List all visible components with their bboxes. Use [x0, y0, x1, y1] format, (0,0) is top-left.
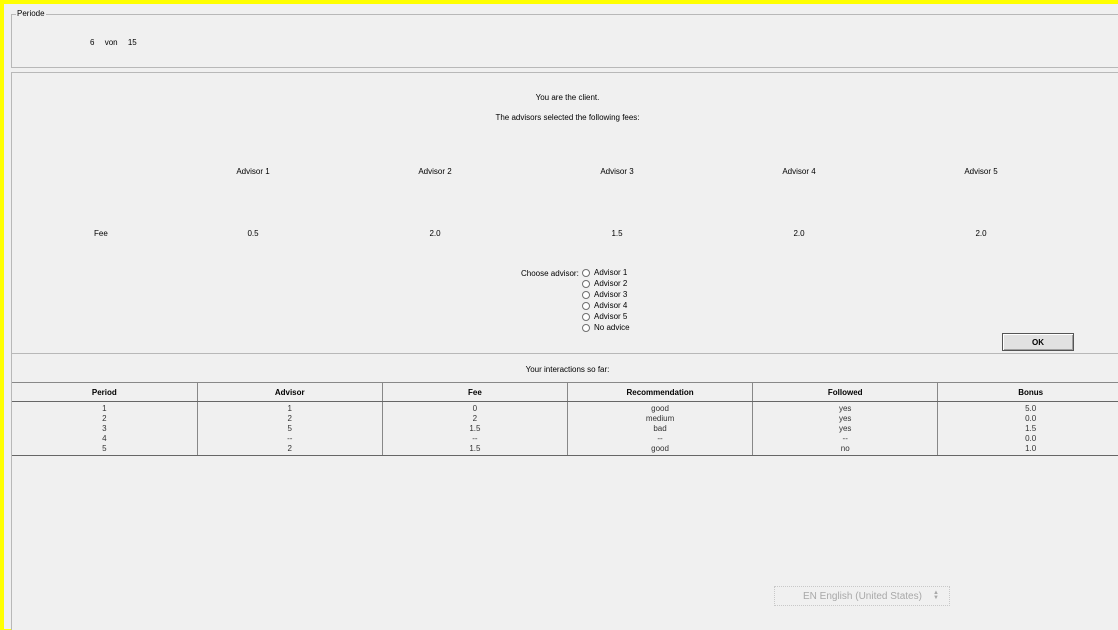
table-cell: 1 [102, 404, 107, 413]
role-text: You are the client. [535, 93, 600, 102]
table-row: 5 2 1.5 good no 1.0 [12, 444, 1118, 456]
language-selector[interactable]: EN English (United States) ▲ ▼ [774, 586, 950, 606]
periode-group: Periode 6 von 15 [11, 9, 1118, 68]
table-cell: 1.5 [381, 444, 568, 456]
table-cell: 5.0 [937, 401, 1118, 414]
choose-advisor-label: Choose advisor: [521, 269, 579, 278]
ok-button[interactable]: OK [1002, 333, 1074, 351]
table-cell: -- [566, 434, 753, 444]
table-cell: 2 [196, 414, 383, 424]
radio-advisor-2[interactable]: Advisor 2 [582, 278, 642, 289]
table-cell: no [752, 444, 938, 456]
table-cell: 2 [196, 444, 383, 456]
fees-intro-text: The advisors selected the following fees… [495, 113, 640, 122]
radio-button-icon[interactable] [582, 301, 590, 310]
radio-button-icon[interactable] [582, 268, 590, 277]
advisor-radio-group: Advisor 1 Advisor 2 Advisor 3 Advisor 4 … [582, 267, 642, 333]
radio-button-icon[interactable] [582, 290, 590, 299]
table-cell: 0 [381, 401, 568, 414]
fee-row-label: Fee [94, 229, 108, 238]
periode-current: 6 [90, 38, 95, 47]
table-cell: 1.5 [937, 424, 1118, 434]
table-row: 3 5 1.5 bad yes 1.5 [12, 424, 1118, 434]
advisor-2-fee: 2.0 [429, 229, 441, 238]
column-header-bonus: Bonus [937, 382, 1118, 402]
column-header-period: Period [12, 382, 198, 402]
table-cell: 5 [196, 424, 383, 434]
history-panel: Your interactions so far: Period Advisor… [11, 353, 1118, 630]
column-header-recommendation: Recommendation [566, 382, 753, 402]
table-cell: good [566, 401, 753, 414]
table-row: 4 -- -- -- -- 0.0 [12, 434, 1118, 444]
table-cell: 3 [102, 424, 107, 433]
periode-indicator: 6 von 15 [90, 38, 142, 47]
table-cell: medium [566, 414, 753, 424]
periode-total: 15 [127, 38, 137, 47]
table-cell: 1.0 [937, 444, 1118, 456]
spinner-arrows-icon[interactable]: ▲ ▼ [929, 590, 943, 601]
advisor-4-label: Advisor 4 [782, 167, 816, 176]
radio-button-icon[interactable] [582, 279, 590, 288]
advisor-3-label: Advisor 3 [600, 167, 634, 176]
table-cell: good [566, 444, 753, 456]
periode-separator: von [104, 38, 118, 47]
decision-panel: You are the client. The advisors selecte… [11, 72, 1118, 354]
advisor-5-fee: 2.0 [975, 229, 987, 238]
column-header-followed: Followed [752, 382, 938, 402]
radio-label: Advisor 4 [594, 301, 628, 310]
table-cell: 1 [196, 401, 383, 414]
table-cell: 2 [102, 414, 107, 423]
advisor-5-label: Advisor 5 [964, 167, 998, 176]
column-header-advisor: Advisor [196, 382, 383, 402]
radio-label: Advisor 1 [594, 268, 628, 277]
table-cell: bad [566, 424, 753, 434]
language-value: EN English (United States) [803, 590, 922, 602]
radio-button-icon[interactable] [582, 312, 590, 321]
advisor-1-fee: 0.5 [247, 229, 259, 238]
table-row: 2 2 2 medium yes 0.0 [12, 414, 1118, 424]
table-cell: 1.5 [381, 424, 568, 434]
radio-label: Advisor 2 [594, 279, 628, 288]
radio-advisor-3[interactable]: Advisor 3 [582, 289, 642, 300]
radio-label: Advisor 5 [594, 312, 628, 321]
radio-advisor-5[interactable]: Advisor 5 [582, 311, 642, 322]
table-cell: 0.0 [937, 414, 1118, 424]
table-cell: 0.0 [937, 434, 1118, 444]
radio-advisor-1[interactable]: Advisor 1 [582, 267, 642, 278]
advisor-2-label: Advisor 2 [418, 167, 452, 176]
history-title: Your interactions so far: [525, 365, 610, 374]
table-cell: -- [196, 434, 383, 444]
table-cell: 4 [102, 434, 107, 443]
advisor-3-fee: 1.5 [611, 229, 623, 238]
advisor-4-fee: 2.0 [793, 229, 805, 238]
client-screen: Periode 6 von 15 You are the client. The… [4, 4, 1118, 630]
table-cell: 5 [12, 444, 198, 456]
table-row: 1 1 0 good yes 5.0 [12, 401, 1118, 414]
radio-no-advice[interactable]: No advice [582, 322, 642, 333]
table-cell: yes [752, 424, 938, 434]
table-cell: -- [381, 434, 568, 444]
history-table: Period Advisor Fee Recommendation Follow… [12, 382, 1118, 456]
table-cell: 2 [381, 414, 568, 424]
table-cell: yes [752, 401, 938, 414]
history-header-row: Period Advisor Fee Recommendation Follow… [12, 382, 1118, 402]
table-cell: yes [752, 414, 938, 424]
radio-advisor-4[interactable]: Advisor 4 [582, 300, 642, 311]
table-cell: -- [752, 434, 938, 444]
periode-legend: Periode [16, 9, 46, 18]
radio-label: Advisor 3 [594, 290, 628, 299]
advisor-1-label: Advisor 1 [236, 167, 270, 176]
radio-label: No advice [594, 323, 630, 332]
column-header-fee: Fee [381, 382, 568, 402]
radio-button-icon[interactable] [582, 323, 590, 332]
